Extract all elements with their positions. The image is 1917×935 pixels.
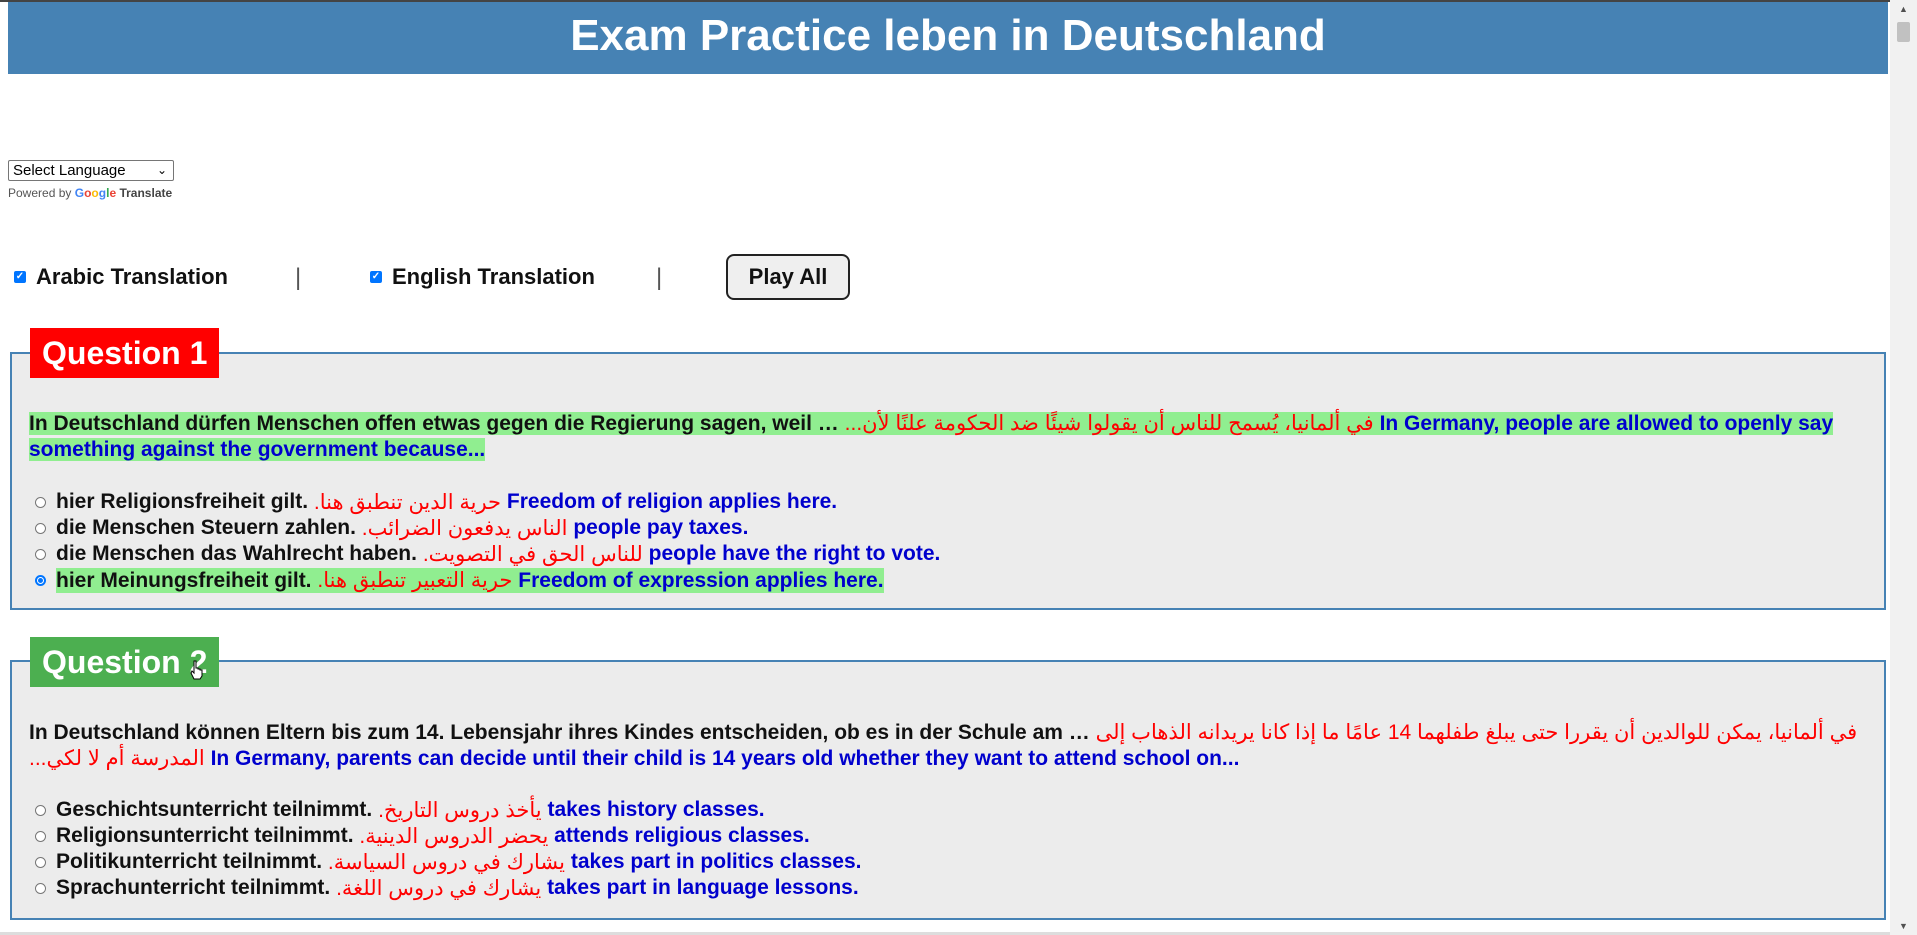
scroll-up-arrow-icon[interactable]: ▲ <box>1890 0 1917 18</box>
page-title: Exam Practice leben in Deutschland <box>570 11 1326 60</box>
google-translate-attribution: Powered by Google Translate <box>8 186 173 200</box>
radio-button[interactable] <box>35 548 46 560</box>
question-arabic: في ألمانيا، يُسمح للناس أن يقولوا شيئًا … <box>844 412 1374 435</box>
scroll-down-arrow-icon[interactable]: ▼ <box>1890 917 1917 935</box>
answer-option[interactable]: die Menschen das Wahlrecht haben. للناس … <box>35 541 940 567</box>
scrollbar-thumb[interactable] <box>1897 22 1910 42</box>
question-german: In Deutschland dürfen Menschen offen etw… <box>29 412 839 435</box>
question-german: In Deutschland können Eltern bis zum 14.… <box>29 721 1090 744</box>
hand-cursor-icon <box>190 660 203 680</box>
toggle-separator: | <box>656 264 663 291</box>
answer-option[interactable]: Sprachunterricht teilnimmt. يشارك في درو… <box>35 875 862 901</box>
page-header: Exam Practice leben in Deutschland <box>8 2 1888 74</box>
answer-option-selected[interactable]: hier Meinungsfreiheit gilt. حرية التعبير… <box>35 567 940 593</box>
vertical-scrollbar[interactable]: ▲ ▼ <box>1890 0 1917 935</box>
question-text[interactable]: In Deutschland können Eltern bis zum 14.… <box>29 720 1867 772</box>
radio-button[interactable] <box>35 882 46 894</box>
answer-option[interactable]: Religionsunterricht teilnimmt. يحضر الدر… <box>35 823 862 849</box>
answer-options: hier Religionsfreiheit gilt. حرية الدين … <box>35 489 940 593</box>
checkbox-checked-icon[interactable]: ✓ <box>14 271 26 283</box>
question-text[interactable]: In Deutschland dürfen Menschen offen etw… <box>29 411 1867 463</box>
language-select-value: Select Language <box>13 162 126 179</box>
answer-option[interactable]: hier Religionsfreiheit gilt. حرية الدين … <box>35 489 940 515</box>
radio-button-selected[interactable] <box>35 574 46 586</box>
radio-button[interactable] <box>35 522 46 534</box>
question-badge: Question 1 <box>30 328 220 378</box>
answer-option[interactable]: die Menschen Steuern zahlen. الناس يدفعو… <box>35 515 940 541</box>
radio-button[interactable] <box>35 804 46 816</box>
english-translation-label: English Translation <box>392 264 595 289</box>
answer-options: Geschichtsunterricht teilnimmt. يأخذ درو… <box>35 797 862 901</box>
question-english: In Germany, parents can decide until the… <box>210 747 1240 770</box>
arabic-translation-toggle[interactable]: ✓ Arabic Translation <box>14 264 228 290</box>
radio-button[interactable] <box>35 856 46 868</box>
toggle-separator: | <box>295 264 302 291</box>
play-all-button[interactable]: Play All <box>726 254 850 300</box>
radio-button[interactable] <box>35 496 46 508</box>
chevron-down-icon: ⌄ <box>156 163 167 177</box>
answer-option[interactable]: Geschichtsunterricht teilnimmt. يأخذ درو… <box>35 797 862 823</box>
google-logo[interactable]: Google <box>75 186 116 200</box>
answer-option[interactable]: Politikunterricht teilnimmt. يشارك في در… <box>35 849 862 875</box>
language-select[interactable]: Select Language ⌄ <box>8 160 174 181</box>
arabic-translation-label: Arabic Translation <box>36 264 228 289</box>
english-translation-toggle[interactable]: ✓ English Translation <box>370 264 595 290</box>
checkbox-checked-icon[interactable]: ✓ <box>370 271 382 283</box>
radio-button[interactable] <box>35 830 46 842</box>
